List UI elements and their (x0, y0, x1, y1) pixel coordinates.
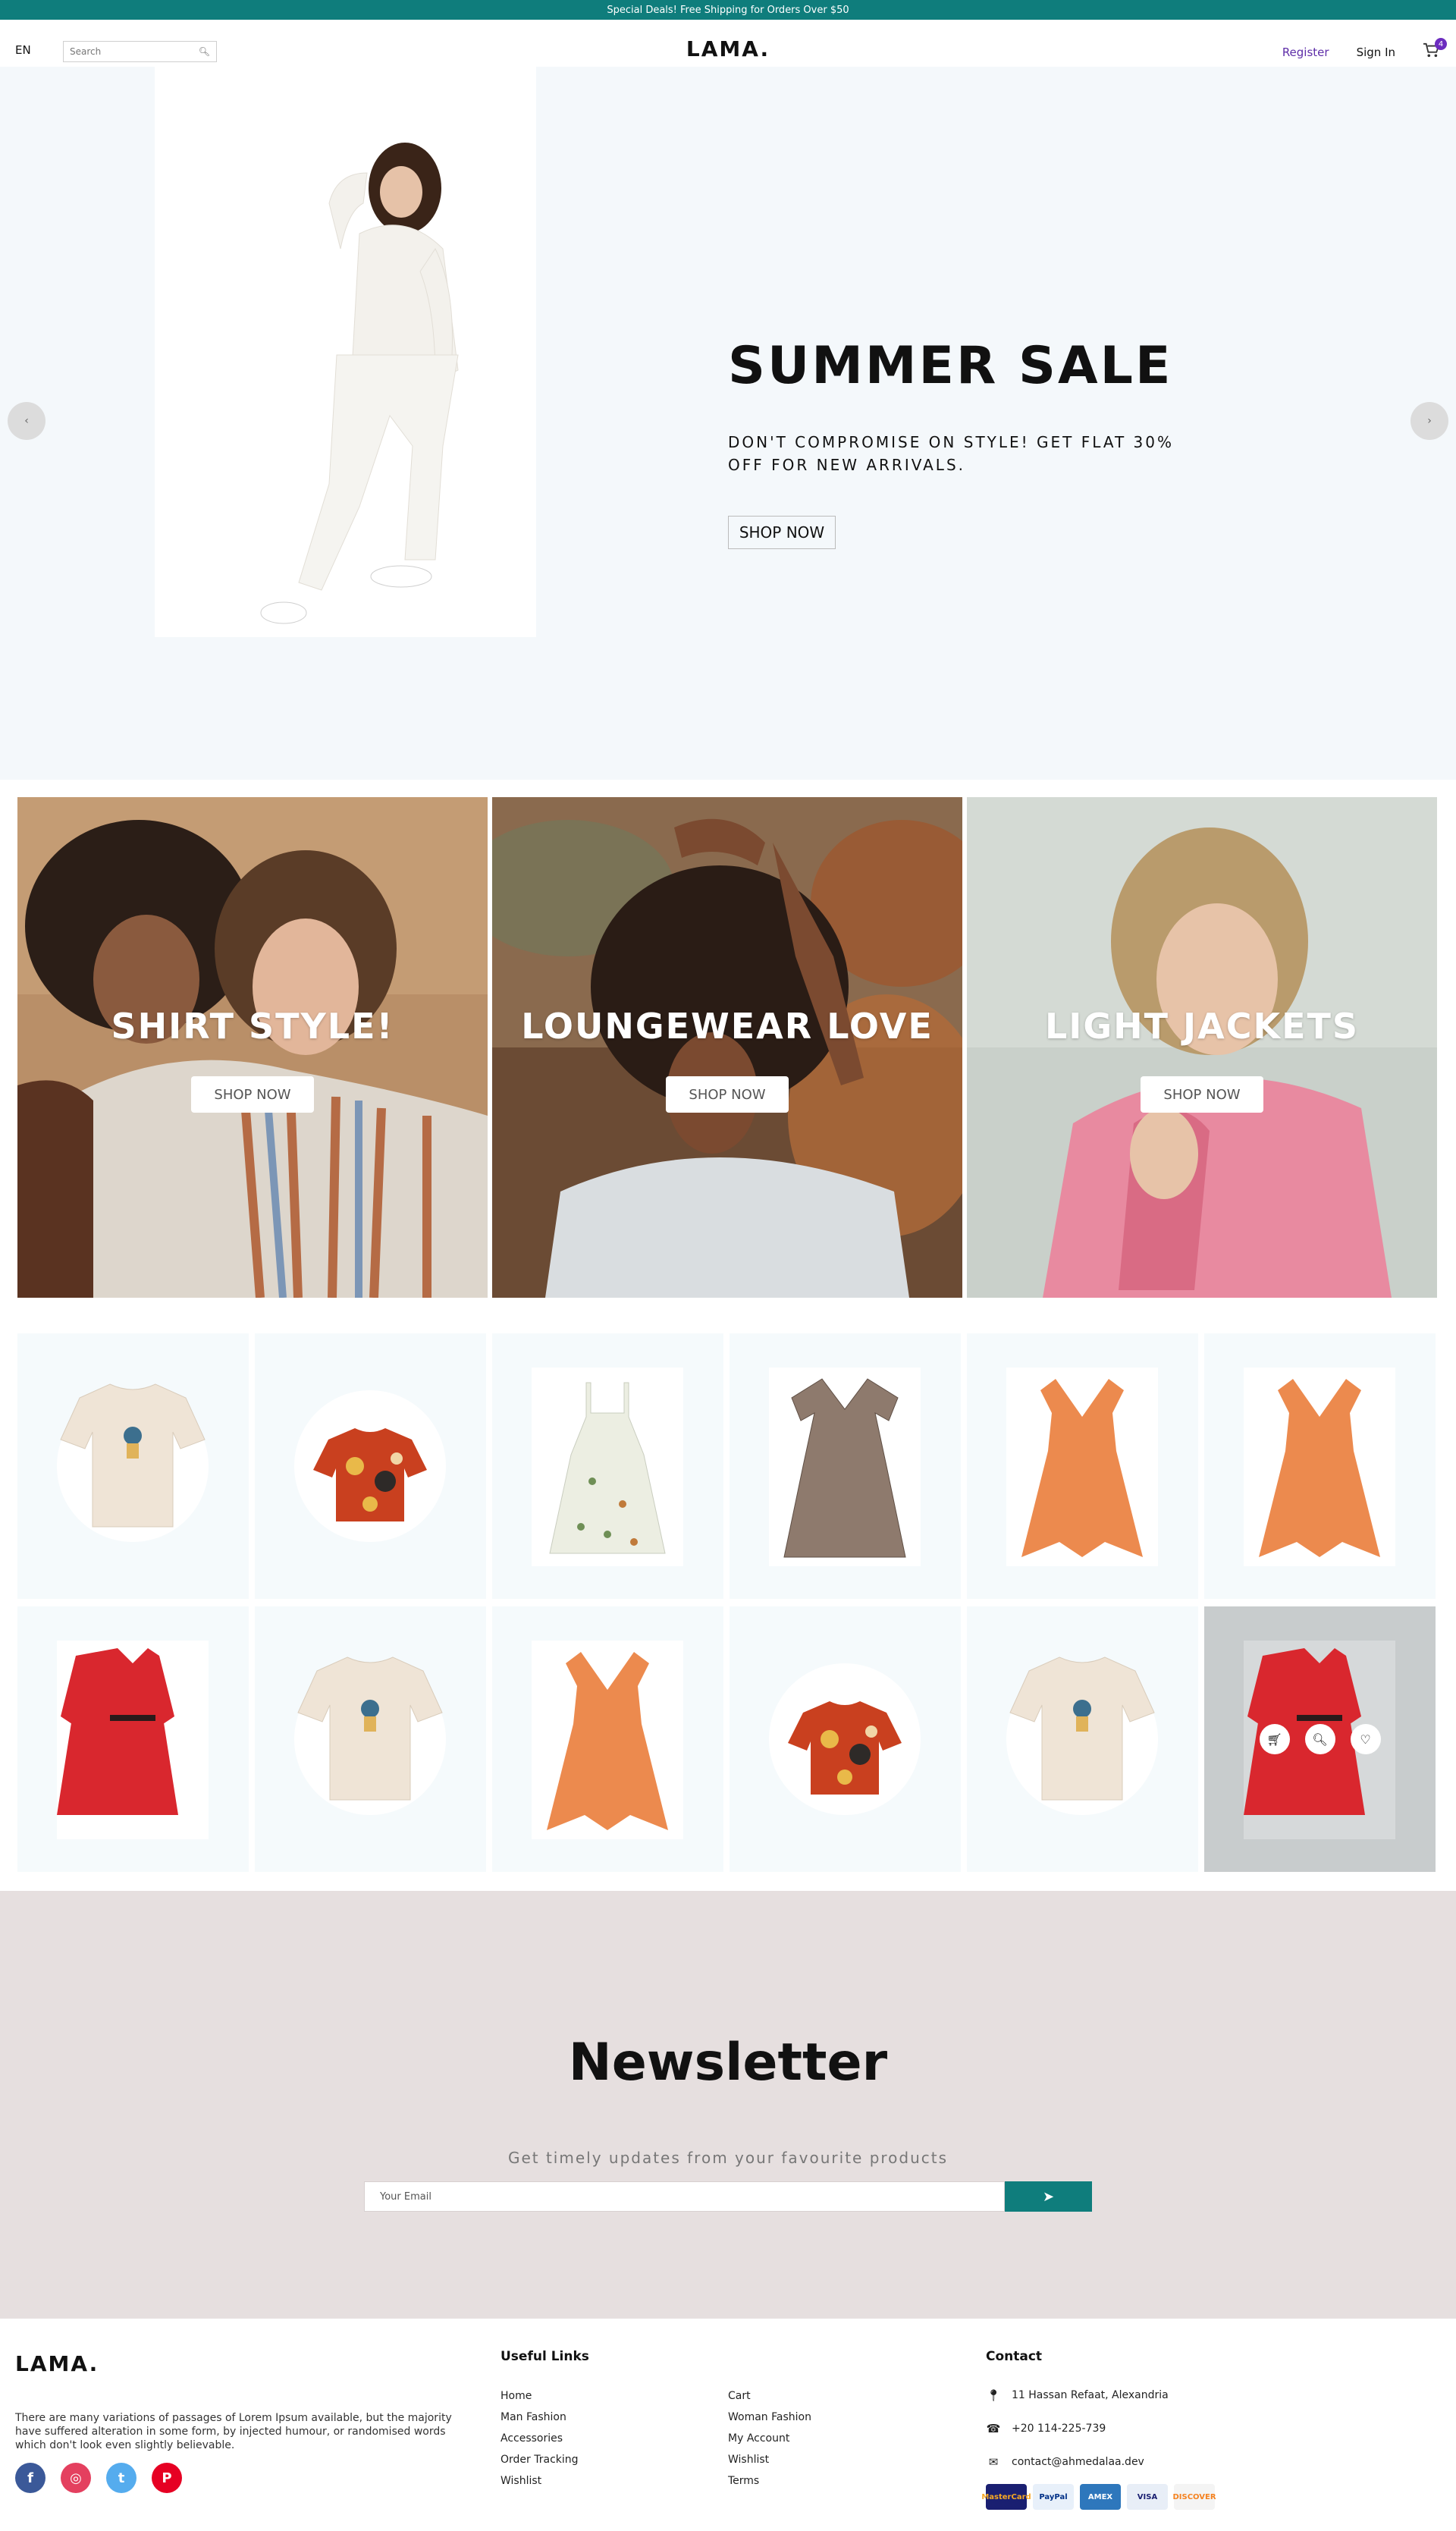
location-icon: 📍︎ (986, 2388, 1001, 2402)
category-card-loungewear[interactable]: LOUNGEWEAR LOVE SHOP NOW (492, 797, 962, 1298)
hero-shop-now-button[interactable]: SHOP NOW (728, 516, 836, 549)
category-title: SHIRT STYLE! (111, 1006, 394, 1047)
facebook-icon[interactable]: f (15, 2463, 46, 2493)
orange-dress-icon (547, 1652, 668, 1830)
chevron-left-icon: ‹ (24, 415, 29, 427)
instagram-icon[interactable]: ◎ (61, 2463, 91, 2493)
product-card[interactable] (1204, 1333, 1436, 1599)
send-icon: ➤ (1042, 2188, 1055, 2205)
product-grid: 🛒︎ 🔍︎ ♡ (17, 1333, 1439, 1872)
sign-in-link[interactable]: Sign In (1357, 46, 1395, 59)
footer-link-woman-fashion[interactable]: Woman Fashion (728, 2411, 956, 2423)
orange-dress-icon (1021, 1379, 1143, 1557)
email-field[interactable]: Your Email (364, 2181, 1005, 2212)
category-image-shirt (17, 797, 488, 1298)
contact-address: 11 Hassan Refaat, Alexandria (1012, 2389, 1169, 2401)
amex-icon: AMEX (1080, 2484, 1121, 2510)
hero-model-image (155, 67, 536, 637)
product-card[interactable] (492, 1606, 723, 1872)
payment-methods: MasterCard PayPal AMEX VISA DISCOVER (981, 2484, 1216, 2510)
hawaiian-shirt-icon (788, 1701, 902, 1795)
orange-dress-icon (1259, 1379, 1380, 1557)
red-coat-dress-icon (57, 1648, 178, 1815)
footer-link-wishlist[interactable]: Wishlist (728, 2454, 956, 2466)
search-icon[interactable]: 🔍︎ (1304, 1724, 1335, 1754)
newsletter-title: Newsletter (568, 2033, 888, 2093)
footer-description: There are many variations of passages of… (15, 2412, 452, 2451)
footer-link-my-account[interactable]: My Account (728, 2432, 956, 2445)
discover-icon: DISCOVER (1172, 2484, 1216, 2510)
logo[interactable]: LAMA. (0, 36, 1456, 61)
hawaiian-shirt-icon (313, 1428, 427, 1521)
newsletter-section: Newsletter Get timely updates from your … (0, 1891, 1456, 2319)
category-shop-now-button[interactable]: SHOP NOW (191, 1076, 314, 1113)
slider-prev-arrow[interactable]: ‹ (8, 402, 46, 440)
category-card-light-jackets[interactable]: LIGHT JACKETS SHOP NOW (967, 797, 1437, 1298)
cart-icon[interactable]: 4 (1423, 38, 1447, 61)
visa-icon: VISA (1127, 2484, 1168, 2510)
heart-icon[interactable]: ♡ (1350, 1724, 1381, 1754)
footer-logo[interactable]: LAMA. (15, 2351, 99, 2376)
social-links: f ◎ t P (15, 2463, 182, 2493)
useful-links-title: Useful Links (500, 2349, 589, 2364)
register-link[interactable]: Register (1282, 46, 1329, 59)
mastercard-icon: MasterCard (981, 2484, 1031, 2510)
footer-link-man-fashion[interactable]: Man Fashion (500, 2411, 728, 2423)
footer-link-wishlist-2[interactable]: Wishlist (500, 2475, 728, 2487)
mail-icon: ✉ (988, 2455, 999, 2469)
hero-slider: SUMMER SALE DON'T COMPROMISE ON STYLE! G… (0, 67, 1456, 780)
contact-title: Contact (986, 2349, 1043, 2364)
category-title: LOUNGEWEAR LOVE (521, 1006, 934, 1047)
product-card-hovered[interactable]: 🛒︎ 🔍︎ ♡ (1204, 1606, 1436, 1872)
chevron-right-icon: › (1427, 415, 1432, 427)
hero-description: DON'T COMPROMISE ON STYLE! GET FLAT 30% … (728, 433, 1174, 474)
useful-links: Home Cart Man Fashion Woman Fashion Acce… (500, 2390, 956, 2487)
contact-email[interactable]: contact@ahmedalaa.dev (1012, 2456, 1144, 2468)
add-to-cart-icon[interactable]: 🛒︎ (1259, 1724, 1290, 1754)
slider-next-arrow[interactable]: › (1410, 402, 1448, 440)
phone-icon: ☎ (986, 2422, 1001, 2435)
product-card[interactable] (17, 1333, 249, 1599)
footer-link-terms[interactable]: Terms (728, 2475, 956, 2487)
footer-link-home[interactable]: Home (500, 2390, 728, 2402)
paypal-icon: PayPal (1033, 2484, 1074, 2510)
send-button[interactable]: ➤ (1005, 2181, 1092, 2212)
hero-title: SUMMER SALE (728, 336, 1173, 396)
footer-link-accessories[interactable]: Accessories (500, 2432, 728, 2445)
footer: LAMA. There are many variations of passa… (0, 2319, 1456, 2531)
footer-link-cart[interactable]: Cart (728, 2390, 956, 2402)
product-card[interactable] (967, 1606, 1198, 1872)
floral-dress-icon (549, 1382, 666, 1554)
pinterest-icon[interactable]: P (152, 2463, 182, 2493)
category-image-jackets (967, 797, 1437, 1298)
categories: SHIRT STYLE! SHOP NOW LOUNGEWEAR LOVE SH… (17, 797, 1439, 1298)
product-card[interactable] (730, 1333, 961, 1599)
contact-phone: +20 114-225-739 (1012, 2423, 1106, 2435)
twitter-icon[interactable]: t (106, 2463, 136, 2493)
printed-wrap-dress-icon (783, 1378, 906, 1558)
contact-info: 📍︎ 11 Hassan Refaat, Alexandria ☎ +20 114-… (986, 2387, 1169, 2487)
product-card[interactable] (255, 1333, 486, 1599)
cart-badge: 4 (1435, 38, 1447, 50)
product-card[interactable] (730, 1606, 961, 1872)
product-card[interactable] (492, 1333, 723, 1599)
category-title: LIGHT JACKETS (1044, 1006, 1360, 1047)
product-card[interactable] (17, 1606, 249, 1872)
newsletter-form: Your Email ➤ (364, 2181, 1092, 2212)
announcement-bar: Special Deals! Free Shipping for Orders … (0, 0, 1456, 20)
category-shop-now-button[interactable]: SHOP NOW (666, 1076, 789, 1113)
tshirt-icon (60, 1383, 206, 1528)
nav-actions: Register Sign In 4 (1282, 38, 1447, 61)
product-card[interactable] (255, 1606, 486, 1872)
tshirt-icon (1009, 1656, 1155, 1801)
category-card-shirt-style[interactable]: SHIRT STYLE! SHOP NOW (17, 797, 488, 1298)
newsletter-description: Get timely updates from your favourite p… (507, 2149, 949, 2167)
footer-link-order-tracking[interactable]: Order Tracking (500, 2454, 728, 2466)
tshirt-icon (297, 1656, 443, 1801)
category-shop-now-button[interactable]: SHOP NOW (1141, 1076, 1263, 1113)
product-card[interactable] (967, 1333, 1198, 1599)
category-image-loungewear (492, 797, 962, 1298)
product-actions: 🛒︎ 🔍︎ ♡ (1204, 1724, 1436, 1754)
